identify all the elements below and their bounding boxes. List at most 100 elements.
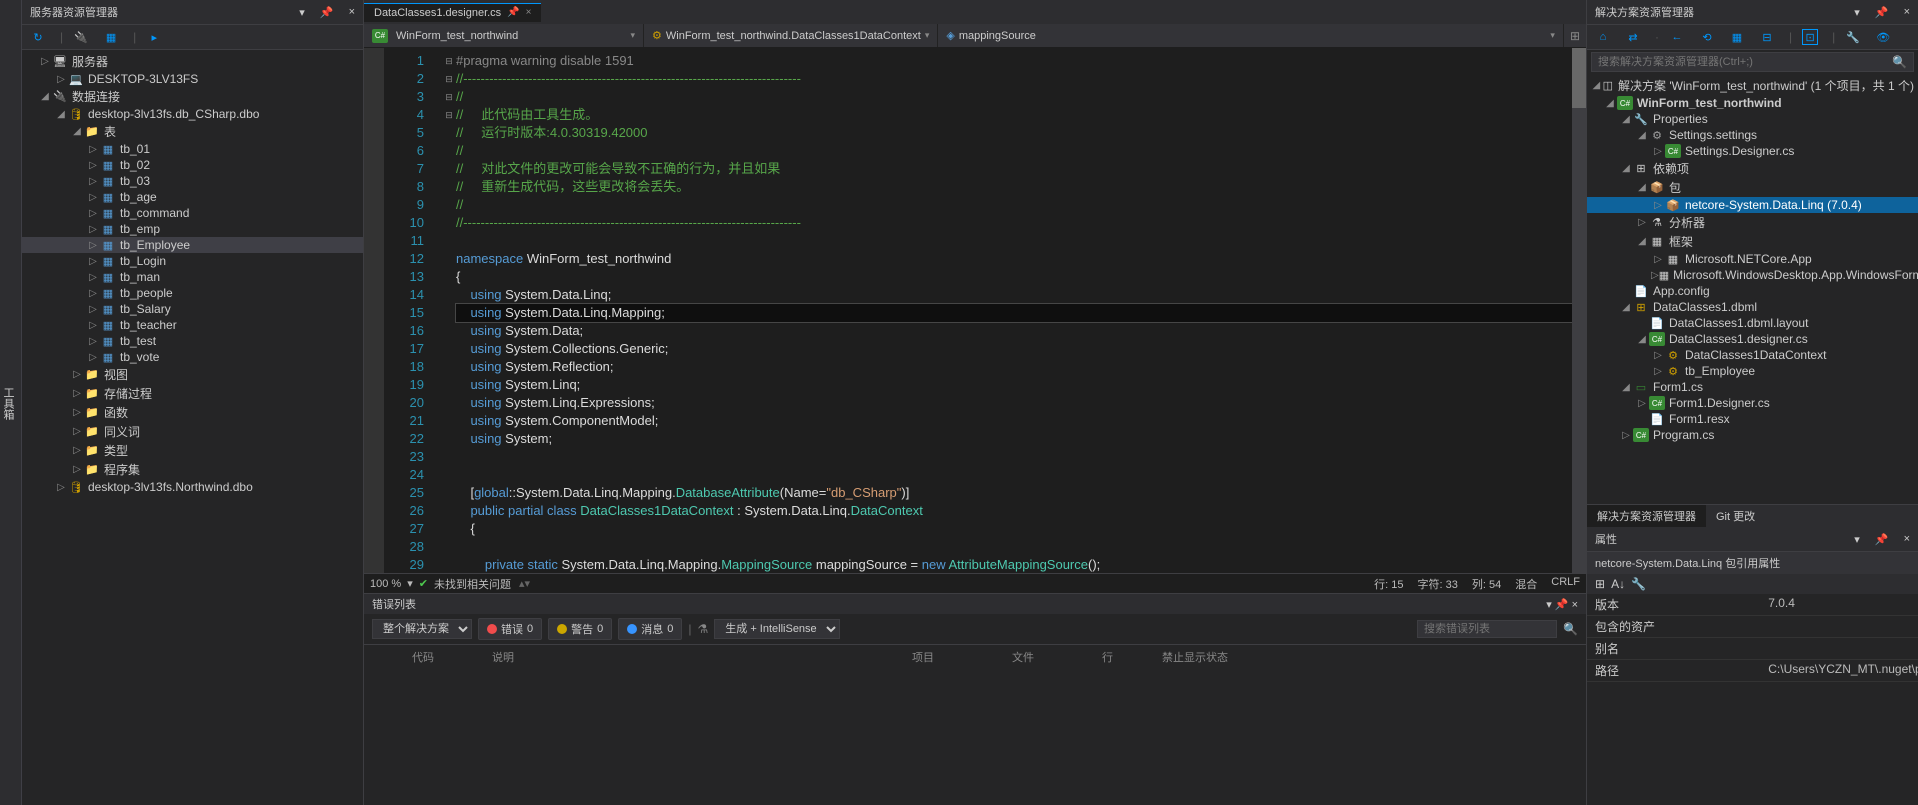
pin-icon[interactable]: ▾ bbox=[299, 6, 305, 19]
datacontext-node[interactable]: ▷⚙DataClasses1DataContext bbox=[1587, 347, 1918, 363]
solution-node[interactable]: ◢◫解决方案 'WinForm_test_northwind' (1 个项目，共… bbox=[1587, 76, 1918, 95]
table-row[interactable]: ▷▦tb_emp bbox=[22, 221, 363, 237]
netcore-linq-node[interactable]: ▷📦netcore-System.Data.Linq (7.0.4) bbox=[1587, 197, 1918, 213]
sync-icon[interactable]: ⟲ bbox=[1699, 29, 1715, 45]
properties-icon[interactable]: ⊡ bbox=[1802, 29, 1818, 45]
fw1-node[interactable]: ▷▦Microsoft.NETCore.App bbox=[1587, 251, 1918, 267]
zoom-level[interactable]: 100 % bbox=[370, 578, 401, 590]
property-row[interactable]: 包含的资产 bbox=[1587, 616, 1918, 638]
prop-wrench-icon[interactable]: 🔧 bbox=[1631, 577, 1646, 591]
sol-dropdown-icon[interactable]: ▾ bbox=[1854, 6, 1860, 19]
prop-close-icon[interactable]: × bbox=[1904, 533, 1910, 546]
table-row[interactable]: ▷▦tb_Employee bbox=[22, 237, 363, 253]
property-row[interactable]: 版本7.0.4 bbox=[1587, 594, 1918, 616]
properties-node[interactable]: ◢🔧Properties bbox=[1587, 111, 1918, 127]
categorize-icon[interactable]: ⊞ bbox=[1595, 577, 1605, 591]
servers-node[interactable]: ▷🖥服务器 bbox=[22, 52, 363, 71]
errlist-close-icon[interactable]: × bbox=[1572, 599, 1578, 611]
filter-icon[interactable]: ⚗ bbox=[698, 622, 709, 636]
code-editor[interactable]: 1234567891011121314151617181920212223242… bbox=[364, 48, 1586, 573]
frameworks-node[interactable]: ◢▦框架 bbox=[1587, 232, 1918, 251]
back-icon[interactable]: ← bbox=[1669, 29, 1685, 45]
program-node[interactable]: ▷C#Program.cs bbox=[1587, 427, 1918, 443]
stop-icon[interactable]: ▦ bbox=[103, 29, 119, 45]
desktop-node[interactable]: ▷💻DESKTOP-3LV13FS bbox=[22, 71, 363, 87]
table-row[interactable]: ▷▦tb_command bbox=[22, 205, 363, 221]
breakpoint-margin[interactable] bbox=[364, 48, 384, 573]
nav-down-icon[interactable]: ▾ bbox=[524, 577, 530, 590]
tab-pin-icon[interactable]: 📌 bbox=[507, 7, 519, 18]
tbemp-node[interactable]: ▷⚙tb_Employee bbox=[1587, 363, 1918, 379]
table-row[interactable]: ▷▦tb_teacher bbox=[22, 317, 363, 333]
dropdown-icon[interactable]: 📌 bbox=[320, 6, 334, 19]
func-folder[interactable]: ▷📁函数 bbox=[22, 403, 363, 422]
wrench-icon[interactable]: 🔧 bbox=[1845, 29, 1861, 45]
build-dropdown[interactable]: 生成 + IntelliSense bbox=[714, 619, 840, 639]
messages-filter[interactable]: 消息 0 bbox=[618, 618, 682, 640]
split-icon[interactable]: ⊞ bbox=[1564, 29, 1586, 43]
settings-designer-node[interactable]: ▷C#Settings.Designer.cs bbox=[1587, 143, 1918, 159]
connect-icon[interactable]: 🔌 bbox=[73, 29, 89, 45]
deps-node[interactable]: ◢⊞依赖项 bbox=[1587, 159, 1918, 178]
table-row[interactable]: ▷▦tb_03 bbox=[22, 173, 363, 189]
dbml-designer-node[interactable]: ◢C#DataClasses1.designer.cs bbox=[1587, 331, 1918, 347]
synonyms-folder[interactable]: ▷📁同义词 bbox=[22, 422, 363, 441]
table-row[interactable]: ▷▦tb_man bbox=[22, 269, 363, 285]
home-icon[interactable]: ⌂ bbox=[1595, 29, 1611, 45]
assemblies-folder[interactable]: ▷📁程序集 bbox=[22, 460, 363, 479]
views-folder[interactable]: ▷📁视图 bbox=[22, 365, 363, 384]
nav-project-dropdown[interactable]: C#WinForm_test_northwind▾ bbox=[364, 24, 644, 47]
search-icon[interactable]: 🔍 bbox=[1892, 55, 1907, 69]
errlist-pin-icon[interactable]: 📌 bbox=[1555, 599, 1569, 611]
prop-pin-icon[interactable]: 📌 bbox=[1875, 533, 1889, 546]
code-content[interactable]: #pragma warning disable 1591//----------… bbox=[456, 48, 1586, 573]
tab-git-changes[interactable]: Git 更改 bbox=[1706, 505, 1765, 527]
editor-scrollbar[interactable] bbox=[1572, 48, 1586, 573]
table-row[interactable]: ▷▦tb_age bbox=[22, 189, 363, 205]
showall-icon[interactable]: ▦ bbox=[1729, 29, 1745, 45]
warnings-filter[interactable]: 警告 0 bbox=[548, 618, 612, 640]
scope-dropdown[interactable]: 整个解决方案 bbox=[372, 619, 472, 639]
table-row[interactable]: ▷▦tb_01 bbox=[22, 141, 363, 157]
editor-tab[interactable]: DataClasses1.designer.cs 📌 × bbox=[364, 3, 541, 22]
fw2-node[interactable]: ▷▦Microsoft.WindowsDesktop.App.WindowsFo… bbox=[1587, 267, 1918, 283]
form1-designer-node[interactable]: ▷C#Form1.Designer.cs bbox=[1587, 395, 1918, 411]
solution-search-input[interactable] bbox=[1598, 56, 1892, 68]
table-row[interactable]: ▷▦tb_Login bbox=[22, 253, 363, 269]
solution-search[interactable]: 🔍 bbox=[1591, 52, 1914, 72]
close-icon[interactable]: × bbox=[349, 6, 355, 19]
property-row[interactable]: 路径C:\Users\YCZN_MT\.nuget\packa bbox=[1587, 660, 1918, 682]
toolbox-tab[interactable]: 工具箱 bbox=[0, 10, 16, 797]
dbml-layout-node[interactable]: 📄DataClasses1.dbml.layout bbox=[1587, 315, 1918, 331]
dataconn-node[interactable]: ◢🔌数据连接 bbox=[22, 87, 363, 106]
table-row[interactable]: ▷▦tb_vote bbox=[22, 349, 363, 365]
refresh-icon[interactable]: ↻ bbox=[30, 29, 46, 45]
prop-dropdown-icon[interactable]: ▾ bbox=[1854, 533, 1860, 546]
property-row[interactable]: 别名 bbox=[1587, 638, 1918, 660]
error-search[interactable] bbox=[1417, 620, 1557, 638]
form1-node[interactable]: ◢▭Form1.cs bbox=[1587, 379, 1918, 395]
collapse-icon[interactable]: ⊟ bbox=[1759, 29, 1775, 45]
dbml-node[interactable]: ◢⊞DataClasses1.dbml bbox=[1587, 299, 1918, 315]
alpha-sort-icon[interactable]: A↓ bbox=[1611, 577, 1625, 591]
project-node[interactable]: ◢C#WinForm_test_northwind bbox=[1587, 95, 1918, 111]
tab-close-icon[interactable]: × bbox=[526, 7, 532, 18]
settings-node[interactable]: ◢⚙Settings.settings bbox=[1587, 127, 1918, 143]
table-row[interactable]: ▷▦tb_02 bbox=[22, 157, 363, 173]
fold-margin[interactable]: ⊟⊟⊟⊟ bbox=[442, 48, 456, 573]
form1-resx-node[interactable]: 📄Form1.resx bbox=[1587, 411, 1918, 427]
table-row[interactable]: ▷▦tb_Salary bbox=[22, 301, 363, 317]
switch-view-icon[interactable]: ⇄ bbox=[1625, 29, 1641, 45]
nav-member-dropdown[interactable]: ◈mappingSource▾ bbox=[938, 24, 1564, 47]
preview-icon[interactable]: 👁 bbox=[1875, 29, 1891, 45]
appconfig-node[interactable]: 📄App.config bbox=[1587, 283, 1918, 299]
sp-folder[interactable]: ▷📁存储过程 bbox=[22, 384, 363, 403]
analyzers-node[interactable]: ▷⚗分析器 bbox=[1587, 213, 1918, 232]
errors-filter[interactable]: 错误 0 bbox=[478, 618, 542, 640]
sol-close-icon[interactable]: × bbox=[1904, 6, 1910, 19]
types-folder[interactable]: ▷📁类型 bbox=[22, 441, 363, 460]
dbconn-node[interactable]: ◢🛢desktop-3lv13fs.db_CSharp.dbo bbox=[22, 106, 363, 122]
tab-solution-explorer[interactable]: 解决方案资源管理器 bbox=[1587, 505, 1706, 527]
zoom-caret[interactable]: ▾ bbox=[407, 577, 413, 590]
table-row[interactable]: ▷▦tb_test bbox=[22, 333, 363, 349]
